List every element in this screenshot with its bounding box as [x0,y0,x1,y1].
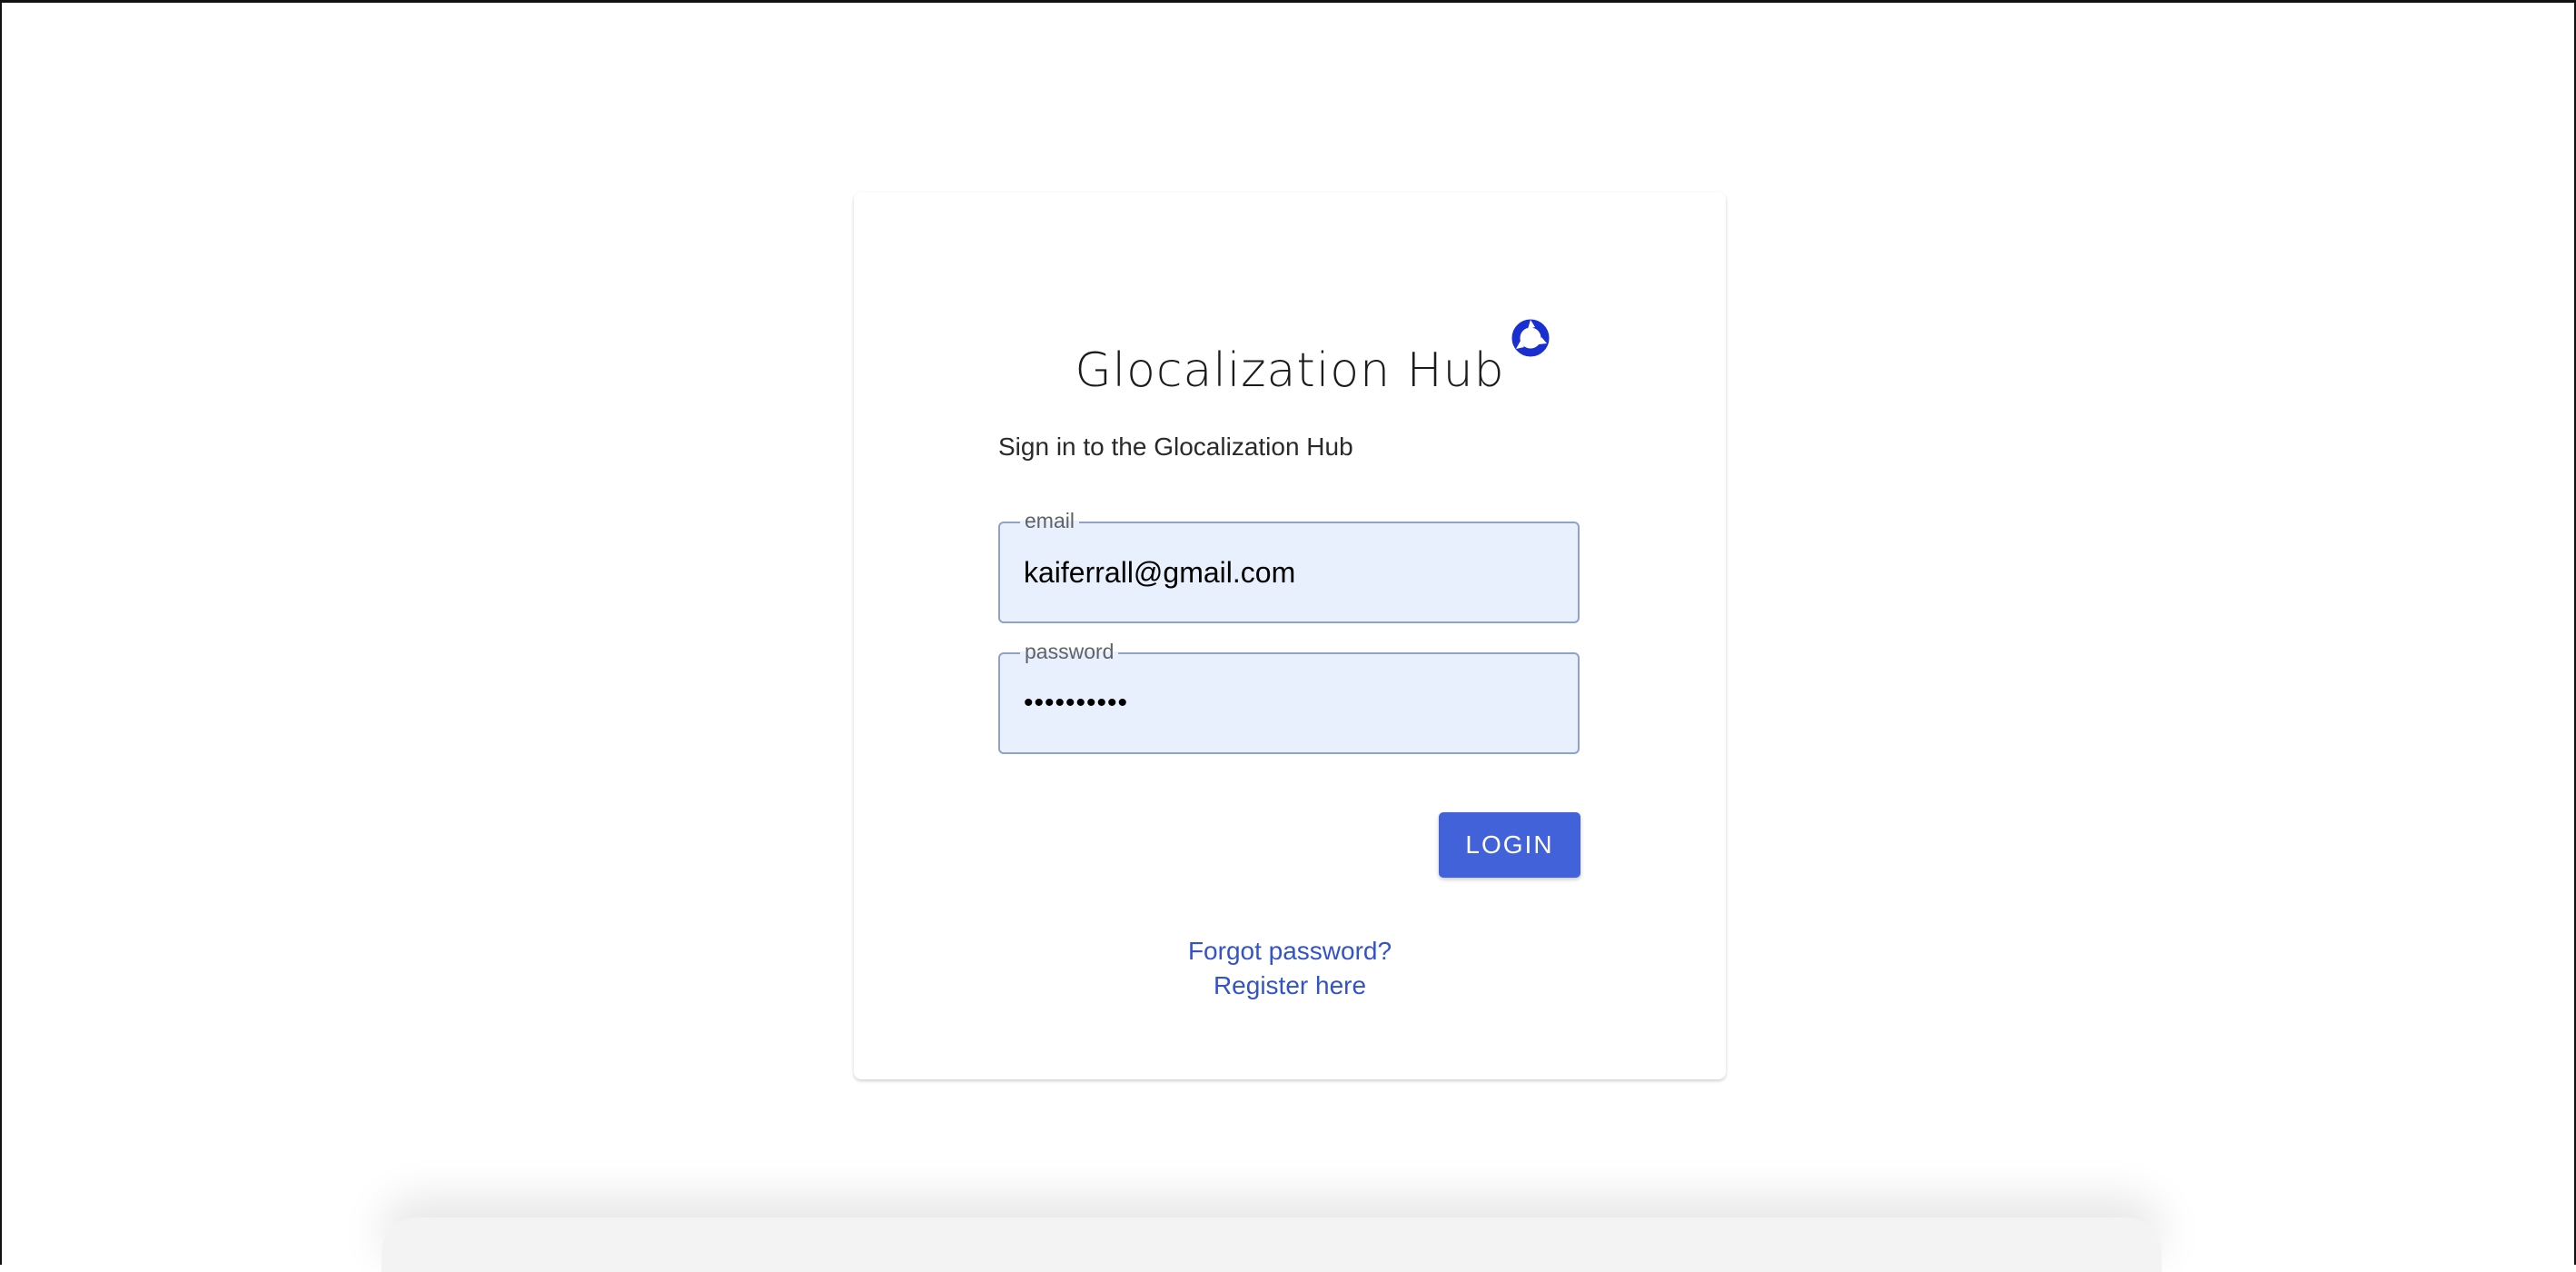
login-button[interactable]: LOGIN [1439,812,1580,878]
register-link[interactable]: Register here [854,969,1726,1003]
forgot-password-link[interactable]: Forgot password? [854,934,1726,969]
password-input[interactable] [1000,654,1578,752]
password-field: password [998,640,1580,754]
brand-header: Glocalization Hub [854,319,1726,394]
email-input[interactable] [1000,523,1578,621]
ring-logo-icon [1511,319,1550,357]
background-panel-shadow [381,1217,2162,1272]
signin-subtitle: Sign in to the Glocalization Hub [998,432,1353,461]
email-field: email [998,509,1580,623]
app-title: Glocalization Hub [1075,343,1505,398]
login-card: Glocalization Hub Sign in to the Glocali… [854,193,1726,1079]
auth-links: Forgot password? Register here [854,934,1726,1003]
